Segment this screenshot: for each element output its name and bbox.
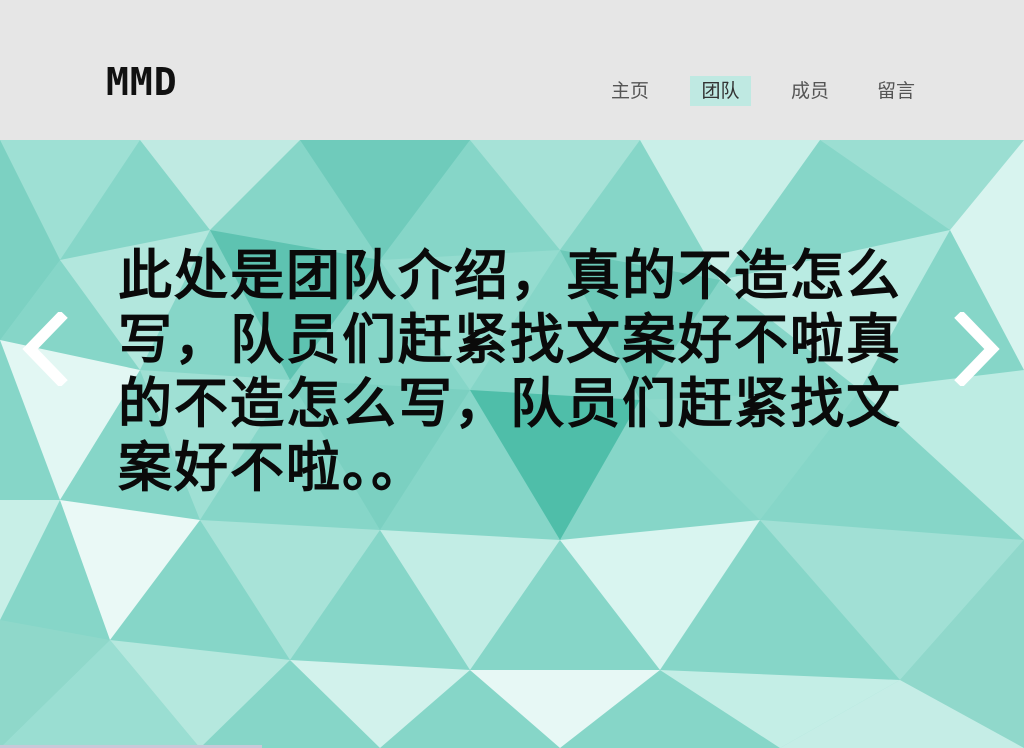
nav-item-team[interactable]: 团队 [690,76,751,106]
site-header: MMD 主页 团队 成员 留言 [0,0,1024,140]
site-logo[interactable]: MMD [106,62,178,102]
team-intro-banner: 此处是团队介绍，真的不造怎么写，队员们赶紧找文案好不啦真的不造怎么写，队员们赶紧… [0,140,1024,748]
carousel-prev-button[interactable] [20,310,70,388]
chevron-left-icon [22,310,68,388]
nav-item-messages[interactable]: 留言 [866,76,926,106]
team-intro-text: 此处是团队介绍，真的不造怎么写，队员们赶紧找文案好不啦真的不造怎么写，队员们赶紧… [118,244,902,499]
nav-item-members[interactable]: 成员 [780,76,840,106]
nav-item-home[interactable]: 主页 [600,76,660,106]
page: MMD 主页 团队 成员 留言 此处是团队介绍，真的不造怎么写，队员们赶紧找文案… [0,0,1024,748]
chevron-right-icon [954,310,1000,388]
carousel-next-button[interactable] [952,310,1002,388]
